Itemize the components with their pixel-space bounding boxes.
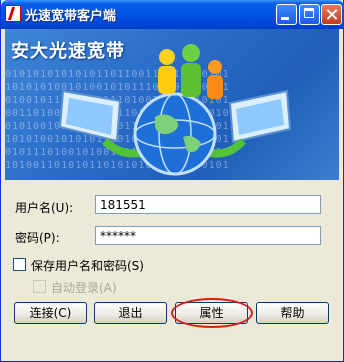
globe-icon [133, 92, 217, 176]
app-logo-icon [5, 5, 21, 22]
password-label: 密码(P): [15, 231, 60, 245]
banner-image: 01010101010101101100111011010101 10101010… [5, 29, 339, 180]
password-input[interactable] [95, 226, 321, 245]
window-title: 光速宽带客户端 [25, 9, 117, 24]
save-credentials-label[interactable]: 保存用户名和密码(S) [31, 257, 144, 274]
username-label: 用户名(U): [15, 201, 74, 215]
connect-button[interactable]: 连接(C) [14, 302, 87, 324]
maximize-icon[interactable] [299, 4, 320, 25]
title-bar[interactable]: 光速宽带客户端 [1, 0, 344, 29]
login-window: 光速宽带客户端 01010101010101101100111011010101… [0, 0, 344, 362]
auto-login-checkbox[interactable] [33, 280, 46, 293]
network-globe-illustration [58, 44, 292, 176]
properties-button[interactable]: 属性 [175, 302, 248, 324]
username-input[interactable] [95, 195, 321, 214]
minimize-icon[interactable] [276, 4, 297, 25]
left-monitor-icon [58, 89, 122, 143]
close-icon[interactable] [321, 4, 342, 25]
save-credentials-checkbox[interactable] [13, 258, 26, 271]
auto-login-label[interactable]: 自动登录(A) [51, 279, 117, 296]
help-button[interactable]: 帮助 [256, 302, 329, 324]
exit-button[interactable]: 退出 [94, 302, 167, 324]
right-monitor-icon [228, 89, 292, 144]
people-icon [158, 44, 223, 99]
